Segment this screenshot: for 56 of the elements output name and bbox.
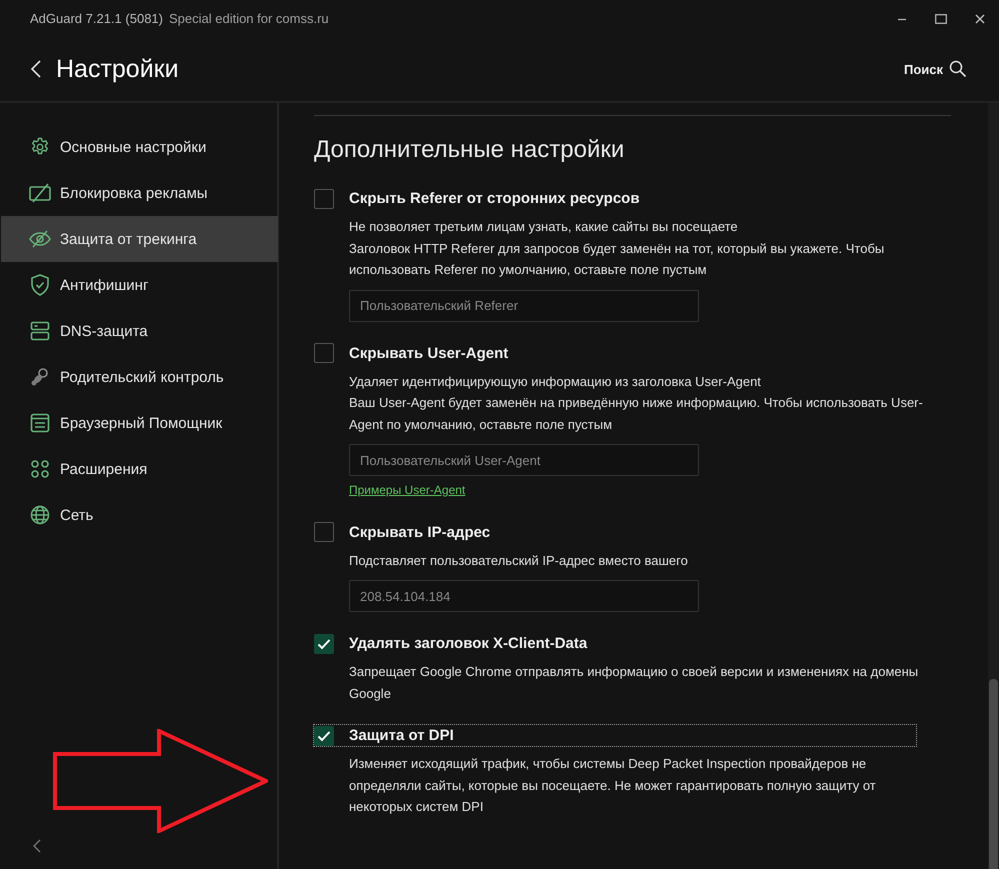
checkbox[interactable]: [314, 726, 334, 746]
section-heading: Дополнительные настройки: [314, 136, 626, 164]
examples-link[interactable]: Примеры User-Agent: [349, 482, 466, 498]
close-button[interactable]: [975, 14, 985, 24]
input-field[interactable]: Пользовательский User-Agent: [349, 444, 699, 476]
setting-title: Скрывать User-Agent: [349, 344, 508, 362]
sidebar-item[interactable]: Расширения: [1, 446, 278, 492]
sidebar-item[interactable]: Родительский контроль: [1, 354, 278, 400]
sidebar-item[interactable]: DNS-защита: [1, 308, 278, 354]
sidebar-item[interactable]: Браузерный Помощник: [1, 400, 278, 446]
setting-title: Скрыть Referer от сторонних ресурсов: [349, 190, 640, 207]
pacifier-icon: [30, 367, 50, 387]
setting-description: Ваш User-Agent будет заменён на приведённую ниже информацию. Чтобы использовать User-Agent по умолчанию, оставьте поле пустым: [349, 394, 924, 434]
server-icon: [30, 321, 50, 341]
sidebar-item[interactable]: Защита от трекинга: [1, 216, 278, 262]
crossed-eye-icon: [29, 230, 51, 248]
grid-icon: [30, 459, 50, 479]
search-icon: [949, 60, 967, 78]
setting-description: Не позволяет третьим лицам узнать, какие сайты вы посещаете: [349, 218, 739, 236]
sidebar-item[interactable]: Основные настройки: [1, 124, 278, 170]
input-field[interactable]: 208.54.104.184: [349, 580, 699, 612]
back-button[interactable]: [30, 59, 42, 79]
gear-icon: [30, 137, 50, 157]
checkbox[interactable]: [314, 188, 334, 208]
setting-description: Запрещает Google Chrome отправлять информацию о своей версии и изменениях на домены Google: [349, 663, 920, 703]
collapse-button[interactable]: [33, 839, 41, 853]
setting-description: Заголовок HTTP Referer для запросов будет заменён на тот, который вы укажете. Чтобы использовать Referer по умолчанию, оставьте поле пустым: [349, 240, 886, 279]
sidebar-item[interactable]: Блокировка рекламы: [1, 170, 278, 216]
crossed-screen-icon: [29, 183, 51, 203]
window-subtitle: Special edition for comss.ru: [168, 11, 329, 26]
checkmark-icon: [317, 730, 331, 742]
page-title: Настройки: [56, 54, 179, 84]
setting-description: Удаляет идентифицирующую информацию из заголовка User-Agent: [349, 372, 762, 391]
setting-title: Защита от DPI: [349, 727, 454, 744]
shield-icon: [30, 274, 50, 296]
close-icon: [975, 14, 985, 24]
globe-icon: [30, 505, 50, 525]
chevron-left-icon: [33, 839, 41, 853]
checkmark-icon: [317, 638, 331, 650]
setting-description: Изменяет исходящий трафик, чтобы системы Deep Packet Inspection провайдеров не определяли сайты, которые вы посещаете. Не может гарантировать полную защиту от некоторых систем DPI: [349, 755, 877, 816]
input-field[interactable]: Пользовательский Referer: [349, 290, 699, 322]
search-button[interactable]: Поиск: [904, 60, 967, 78]
sidebar-item[interactable]: Сеть: [1, 492, 278, 538]
checkbox[interactable]: [314, 634, 334, 654]
setting-title: Скрывать IP-адрес: [349, 524, 490, 540]
maximize-icon: [935, 14, 947, 24]
checkbox[interactable]: [314, 522, 334, 542]
maximize-button[interactable]: [935, 14, 947, 24]
scrollbar[interactable]: [988, 103, 999, 869]
window-title: AdGuard 7.21.1 (5081): [30, 11, 163, 26]
browser-window-icon: [30, 413, 50, 433]
sidebar-item[interactable]: Антифишинг: [1, 262, 278, 308]
back-chevron-icon: [30, 59, 42, 79]
setting-description: Подставляет пользовательский IP-адрес вместо вашего: [349, 552, 689, 570]
checkbox[interactable]: [314, 343, 334, 363]
setting-title: Удалять заголовок X-Client-Data: [349, 635, 588, 652]
